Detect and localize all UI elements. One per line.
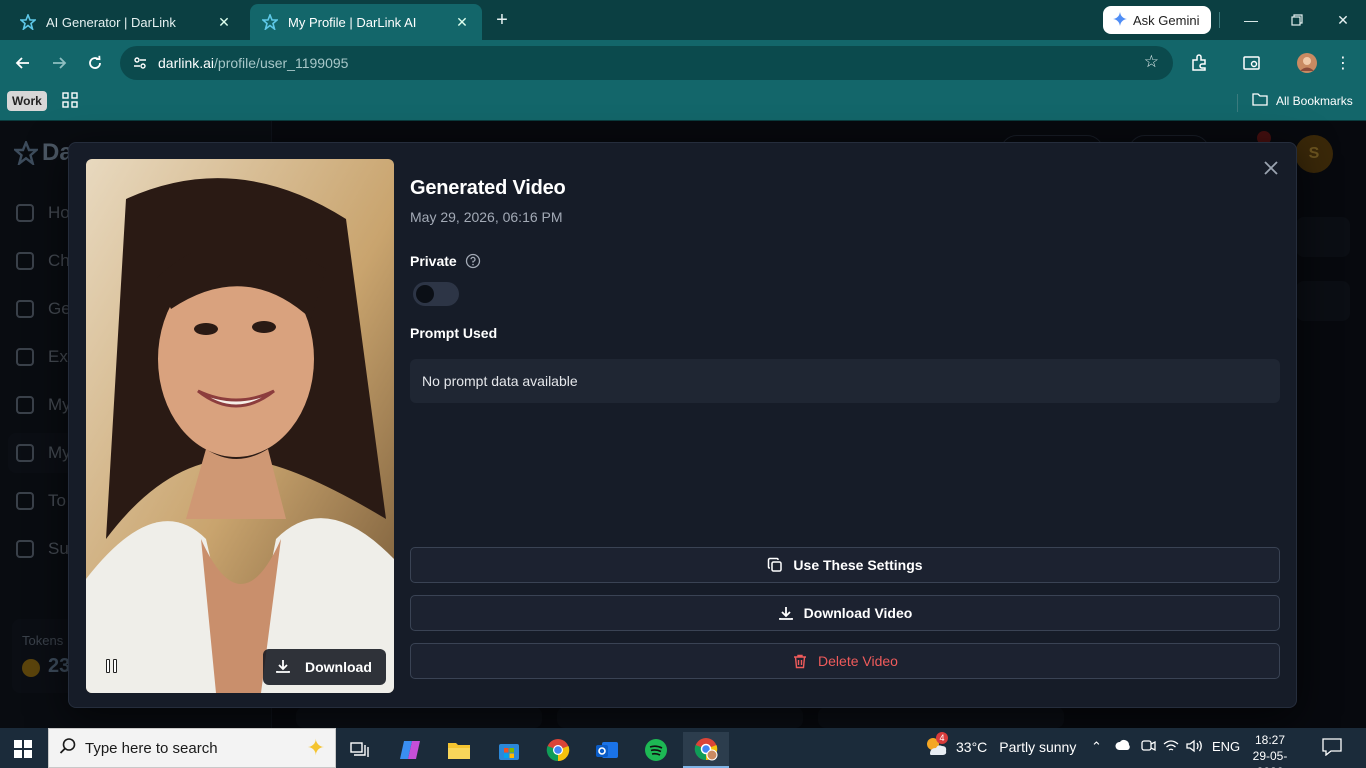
language-indicator[interactable]: ENG — [1212, 739, 1240, 754]
browser-menu-icon[interactable]: ⋮ — [1332, 52, 1354, 74]
pause-icon[interactable] — [100, 655, 122, 677]
tab-title: AI Generator | DarLink — [46, 14, 176, 30]
all-bookmarks-label: All Bookmarks — [1276, 93, 1353, 108]
tab-search-icon[interactable] — [1241, 52, 1263, 74]
search-icon — [59, 737, 77, 759]
partly-sunny-icon: 4 — [924, 732, 948, 758]
url-text: darlink.ai/profile/user_1199095 — [158, 55, 348, 71]
bookmarks-bar: Work All Bookmarks — [0, 86, 1366, 121]
copilot-icon[interactable] — [390, 732, 430, 768]
notification-icon[interactable] — [1322, 738, 1344, 758]
private-label: Private — [410, 253, 457, 269]
windows-taskbar: Type here to search ✦ 4 33°C Partly sunn… — [0, 728, 1366, 768]
video-player[interactable]: Download — [86, 159, 394, 693]
taskbar-search-input[interactable]: Type here to search ✦ — [48, 728, 336, 768]
tab-my-profile[interactable]: My Profile | DarLink AI ✕ — [250, 4, 482, 40]
divider — [1219, 12, 1220, 28]
site-info-icon[interactable] — [132, 55, 148, 71]
chrome-profile-icon[interactable] — [683, 732, 729, 768]
window-close-icon[interactable]: ✕ — [1331, 8, 1355, 32]
weather-temp: 33°C — [956, 739, 988, 755]
weather-badge: 4 — [936, 732, 948, 744]
download-icon — [778, 605, 794, 621]
minimize-icon[interactable]: — — [1239, 8, 1263, 32]
tab-ai-generator[interactable]: AI Generator | DarLink ✕ — [8, 4, 244, 40]
url-host: darlink.ai — [158, 55, 215, 71]
meet-icon[interactable] — [1140, 739, 1156, 756]
delete-video-label: Delete Video — [818, 653, 898, 669]
clock-date: 29-05-2026 — [1252, 749, 1288, 768]
video-details-modal: Download Generated Video May 29, 2026, 0… — [68, 142, 1297, 708]
folder-icon — [1252, 92, 1268, 109]
url-path: /profile/user_1199095 — [214, 55, 349, 71]
search-placeholder: Type here to search — [85, 739, 218, 757]
browser-toolbar: darlink.ai/profile/user_1199095 ☆ ⋮ — [0, 40, 1366, 86]
file-explorer-icon[interactable] — [439, 732, 479, 768]
divider — [1237, 94, 1238, 112]
sync-icon[interactable] — [1115, 739, 1131, 756]
extensions-icon[interactable] — [1188, 52, 1210, 74]
darlink-favicon-icon — [20, 14, 36, 30]
help-circle-icon[interactable] — [465, 253, 481, 269]
microsoft-store-icon[interactable] — [489, 732, 529, 768]
video-frame-image — [86, 159, 394, 693]
work-profile-chip[interactable]: Work — [7, 91, 47, 111]
address-bar[interactable]: darlink.ai/profile/user_1199095 ☆ — [120, 46, 1173, 80]
windows-start-icon[interactable] — [14, 740, 32, 758]
private-toggle[interactable] — [413, 282, 459, 306]
browser-tab-strip: AI Generator | DarLink ✕ My Profile | Da… — [0, 0, 1366, 40]
task-view-icon[interactable] — [340, 732, 380, 768]
trash-icon — [792, 653, 808, 669]
reload-icon[interactable] — [84, 52, 106, 74]
copy-icon — [767, 557, 783, 573]
new-tab-button[interactable]: + — [492, 10, 512, 30]
chrome-icon[interactable] — [538, 732, 578, 768]
tab-close-icon[interactable]: ✕ — [216, 14, 232, 31]
all-bookmarks-button[interactable]: All Bookmarks — [1252, 92, 1353, 109]
close-icon[interactable] — [1262, 159, 1280, 177]
search-highlight-sparkle-icon: ✦ — [306, 735, 325, 760]
bookmark-star-icon[interactable]: ☆ — [1144, 52, 1159, 72]
use-these-settings-button[interactable]: Use These Settings — [410, 547, 1280, 583]
spotify-icon[interactable] — [636, 732, 676, 768]
gemini-sparkle-icon — [1113, 11, 1127, 29]
use-these-settings-label: Use These Settings — [793, 557, 923, 573]
modal-title: Generated Video — [410, 177, 566, 199]
profile-avatar-icon[interactable] — [1296, 52, 1318, 74]
download-video-label: Download Video — [803, 605, 913, 621]
ask-gemini-button[interactable]: Ask Gemini — [1103, 6, 1211, 34]
tab-close-icon[interactable]: ✕ — [454, 14, 470, 31]
restore-icon[interactable] — [1285, 8, 1309, 32]
media-download-label: Download — [305, 659, 372, 675]
prompt-text-box: No prompt data available — [410, 359, 1280, 403]
download-icon — [275, 658, 291, 677]
download-video-button[interactable]: Download Video — [410, 595, 1280, 631]
delete-video-button[interactable]: Delete Video — [410, 643, 1280, 679]
darlink-favicon-icon — [262, 14, 278, 30]
created-date: May 29, 2026, 06:16 PM — [410, 209, 563, 225]
media-download-button[interactable]: Download — [263, 649, 386, 685]
ask-gemini-label: Ask Gemini — [1133, 12, 1200, 28]
outlook-icon[interactable] — [587, 732, 627, 768]
tab-title: My Profile | DarLink AI — [288, 14, 417, 30]
weather-widget[interactable]: 4 33°C Partly sunny — [924, 732, 1077, 758]
toggle-knob — [416, 285, 434, 303]
back-icon[interactable] — [12, 52, 34, 74]
system-clock[interactable]: 18:27 29-05-2026 — [1246, 732, 1294, 768]
weather-desc: Partly sunny — [999, 739, 1077, 755]
wifi-icon[interactable] — [1163, 739, 1179, 756]
apps-grid-icon[interactable] — [62, 92, 78, 108]
chevron-up-icon[interactable]: ⌃ — [1091, 739, 1102, 755]
forward-icon[interactable] — [48, 52, 70, 74]
prompt-used-label: Prompt Used — [410, 325, 498, 341]
clock-time: 18:27 — [1254, 733, 1286, 747]
volume-icon[interactable] — [1186, 739, 1204, 756]
